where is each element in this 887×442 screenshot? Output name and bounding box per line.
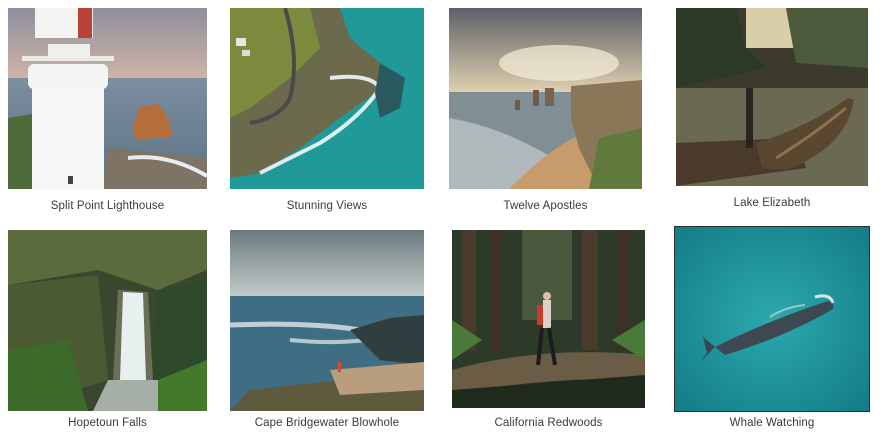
aerial-coast-photo [230,8,424,189]
waterfall-photo [8,230,207,411]
caption-lake-elizabeth: Lake Elizabeth [733,197,811,209]
gallery-card-hopetoun-falls[interactable]: Hopetoun Falls [8,230,207,435]
caption-whale-watching: Whale Watching [729,417,815,429]
caption-cape-bridgewater-blowhole: Cape Bridgewater Blowhole [254,417,400,429]
caption-stunning-views: Stunning Views [286,200,368,212]
lighthouse-photo [8,8,207,189]
caption-twelve-apostles: Twelve Apostles [503,200,588,212]
gallery-card-cape-bridgewater-blowhole[interactable]: Cape Bridgewater Blowhole [230,230,424,435]
gallery-card-lake-elizabeth[interactable]: Lake Elizabeth [676,8,868,218]
gallery-card-whale-watching[interactable]: Whale Watching [674,226,870,435]
gallery-card-split-point-lighthouse[interactable]: Split Point Lighthouse [8,8,207,218]
whale-photo [674,226,870,412]
gallery-card-california-redwoods[interactable]: California Redwoods [452,230,645,435]
canoe-lake-photo [676,8,868,186]
forest-hiker-photo [452,230,645,408]
cliff-ocean-photo [230,230,424,411]
caption-california-redwoods: California Redwoods [494,417,603,429]
sea-stacks-photo [449,8,642,189]
gallery-card-stunning-views[interactable]: Stunning Views [230,8,424,218]
gallery-card-twelve-apostles[interactable]: Twelve Apostles [449,8,642,218]
caption-split-point-lighthouse: Split Point Lighthouse [50,200,165,212]
caption-hopetoun-falls: Hopetoun Falls [68,417,147,429]
